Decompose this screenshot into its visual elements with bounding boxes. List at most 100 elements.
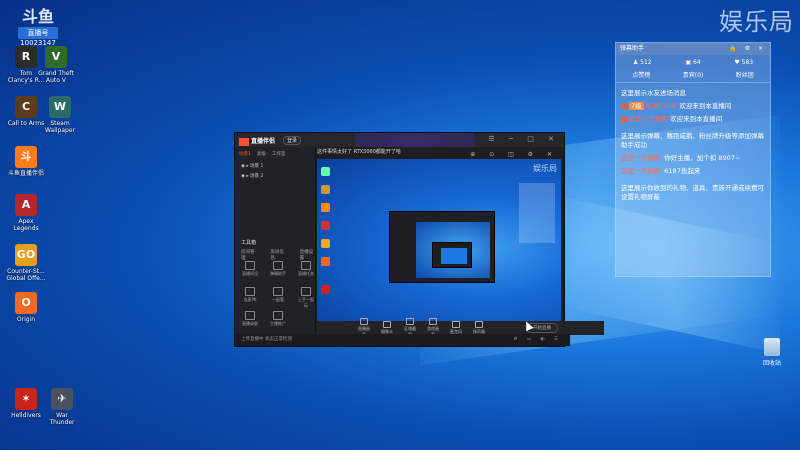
preview-desktop-icon (321, 167, 330, 176)
login-button[interactable]: 登录 (283, 136, 302, 145)
left-tabs: 场景1 高级 工作室 (235, 147, 315, 161)
tool-item[interactable]: 直播间设 (241, 261, 259, 277)
likes-stat: ♥ 583 (734, 59, 754, 66)
tab-vip[interactable]: 贵宾(0) (683, 70, 704, 79)
nested-inner-window (432, 242, 472, 268)
chat-stats: ♟ 512 ▣ 64 ♥ 583 (616, 55, 770, 68)
chat-panel[interactable]: 弹幕助手 🔒 ⚙ × ♟ 512 ▣ 64 ♥ 583 点赞榜 贵宾(0) 粉丝… (615, 42, 771, 277)
message-text: 这里展示弹幕、赛跑咸鹅、粉丝牌升级等添加弹幕助手成功 (621, 132, 764, 149)
chat-controls[interactable]: 🔒 ⚙ × (729, 43, 766, 55)
watermark-text: 娱乐局 (719, 8, 794, 36)
desktop-icon[interactable]: GO Counter-St... Global Offe... (4, 244, 48, 282)
tool-icon (273, 261, 283, 270)
recycle-bin[interactable]: 回收站 (755, 338, 789, 367)
tool-live-settings[interactable]: 直播设置 (300, 249, 315, 261)
chat-titlebar[interactable]: 弹幕助手 🔒 ⚙ × (616, 43, 770, 55)
enter-badge-icon (621, 103, 627, 109)
app-brand: 直播伴侣 (239, 136, 275, 146)
tool-label: 上手一起玩 (298, 297, 314, 308)
preview-desktop-icon (321, 285, 330, 294)
user-name[interactable]: 这是一只鱼呢: (621, 167, 662, 175)
tools-grid-3: 直播录屏 主播推广 (241, 311, 287, 327)
nested-preview-window (389, 211, 495, 283)
bottom-tool-icon (406, 318, 414, 325)
user-name[interactable]: 这是一只鱼呢 (629, 115, 668, 123)
desktop-icon-label: Steam Wallpaper (44, 120, 75, 134)
chat-message: 这里展示你收到的礼物、道具、贵族开通或续费可设置礼物屏蔽 (616, 182, 770, 204)
tool-item[interactable]: 连麦PK (241, 287, 259, 309)
tool-item[interactable]: 直播任务 (297, 261, 315, 277)
scene-item-1[interactable]: ◉ ▸ 场景 1 (235, 161, 315, 171)
scene-item-2[interactable]: ◉ ▸ 场景 2 (235, 171, 315, 181)
app-icon: ✈ (51, 388, 73, 410)
app-icon: A (15, 194, 37, 216)
preview-title: 这件事情太好了 RTX3060都能开了哈 (317, 149, 401, 155)
bottom-tool-icon (360, 318, 368, 325)
preview-chat-overlay (519, 183, 555, 243)
desktop-icon[interactable]: 斗斗鱼直播伴侣 (4, 146, 48, 177)
message-text: 欢迎来到本直播间 (670, 115, 723, 123)
live-companion-window[interactable]: 直播伴侣 登录 ☰ ─ □ ✕ 场景1 高级 工作室 ◉ ▸ 场景 1 ◉ ▸ … (234, 132, 604, 347)
app-icon: O (15, 292, 37, 314)
desktop-icon[interactable]: V Grand Theft Auto V (34, 46, 78, 84)
app-icon: GO (15, 244, 37, 266)
room-logo: 斗鱼 (21, 7, 54, 26)
scene-1-label: 场景 1 (250, 164, 264, 169)
chat-message: 这是一只鱼呢 欢迎来到本直播间 (616, 113, 770, 126)
chat-message: 这是一只鱼呢: 6187鱼起来 (616, 165, 770, 178)
tools-grid-1: 直播间设 弹幕助手 直播任务 (241, 261, 315, 277)
fans-stat: ♟ 512 (632, 59, 652, 66)
desktop-icon-label: Counter-St... Global Offe... (6, 268, 46, 282)
preview-desktop-icon (321, 257, 330, 266)
desktop-icon[interactable]: ✈ War Thunder (40, 388, 84, 426)
chat-message: 这里展示水友进场消息 (616, 87, 770, 100)
app-icon: ✶ (15, 388, 37, 410)
recycle-bin-label: 回收站 (762, 360, 781, 367)
tool-label: 直播间设 (242, 271, 258, 276)
tab-studio[interactable]: 工作室 (272, 151, 286, 157)
tool-label: 主播推广 (270, 321, 286, 326)
preview-toolbar-icons[interactable]: ⊕ ⊙ ◫ ⚙ ✕ (470, 151, 558, 158)
desktop-icon[interactable]: W Steam Wallpaper (38, 96, 82, 134)
tab-advanced[interactable]: 高级 (257, 151, 266, 157)
nested-preview (416, 222, 490, 278)
message-text: 这里展示水友进场消息 (621, 89, 686, 97)
tool-item[interactable]: 主播推广 (269, 311, 287, 327)
desktop-icon-label: Apex Legends (13, 218, 39, 232)
bottom-tool-button[interactable]: 摄像头 (380, 321, 394, 335)
tab-likes[interactable]: 点赞榜 (632, 70, 650, 79)
app-icon: C (15, 96, 37, 118)
chat-title: 弹幕助手 (620, 45, 645, 52)
level-badge: 7级 (629, 102, 644, 110)
tool-room-manage[interactable]: 房间管理 (241, 249, 256, 261)
chat-message: 这是一只鱼呢: 你好主播，加个扣 8907~ (616, 152, 770, 165)
tab-scene[interactable]: 场景1 (239, 151, 251, 157)
tool-item[interactable]: 直播录屏 (241, 311, 259, 327)
tool-label: 弹幕助手 (270, 271, 286, 276)
app-titlebar[interactable]: 直播伴侣 登录 ☰ ─ □ ✕ (235, 133, 564, 147)
message-text: 你好主播，加个扣 8907~ (664, 154, 741, 162)
tool-item[interactable]: 上手一起玩 (297, 287, 315, 309)
tools-row: 房间管理 房间信息 直播设置 (241, 249, 315, 261)
tab-fans[interactable]: 粉丝团 (736, 70, 754, 79)
desktop-icon-label: Origin (16, 316, 36, 323)
bottom-tool-button[interactable]: 麦克风 (449, 321, 463, 335)
fans-count: 512 (640, 59, 652, 66)
tool-room-info[interactable]: 房间信息 (270, 249, 285, 261)
desktop-icon[interactable]: A Apex Legends (4, 194, 48, 232)
window-controls[interactable]: ☰ ─ □ ✕ (488, 135, 560, 143)
preview-desktop-icon (321, 185, 330, 194)
preview-watermark: 娱乐局 (533, 164, 557, 173)
user-name[interactable]: 陈瑜CONE (646, 102, 678, 110)
room-badge: 斗鱼 直播号 10023147 (18, 8, 58, 47)
tool-item[interactable]: 一起看 (269, 287, 287, 309)
live-preview[interactable]: 娱乐局 (317, 159, 561, 321)
desktop-icon[interactable]: O Origin (4, 292, 48, 323)
tools-grid-2: 连麦PK 一起看 上手一起玩 (241, 287, 315, 309)
bottom-tool-icon (383, 321, 391, 328)
user-name[interactable]: 这是一只鱼呢: (621, 154, 662, 162)
tool-item[interactable]: 弹幕助手 (269, 261, 287, 277)
status-icons[interactable]: ⚙ ▭ ◐ ☰ (513, 334, 562, 346)
bottom-tool-button[interactable]: 扬声器 (472, 321, 486, 335)
brand-name: 直播伴侣 (251, 138, 276, 145)
